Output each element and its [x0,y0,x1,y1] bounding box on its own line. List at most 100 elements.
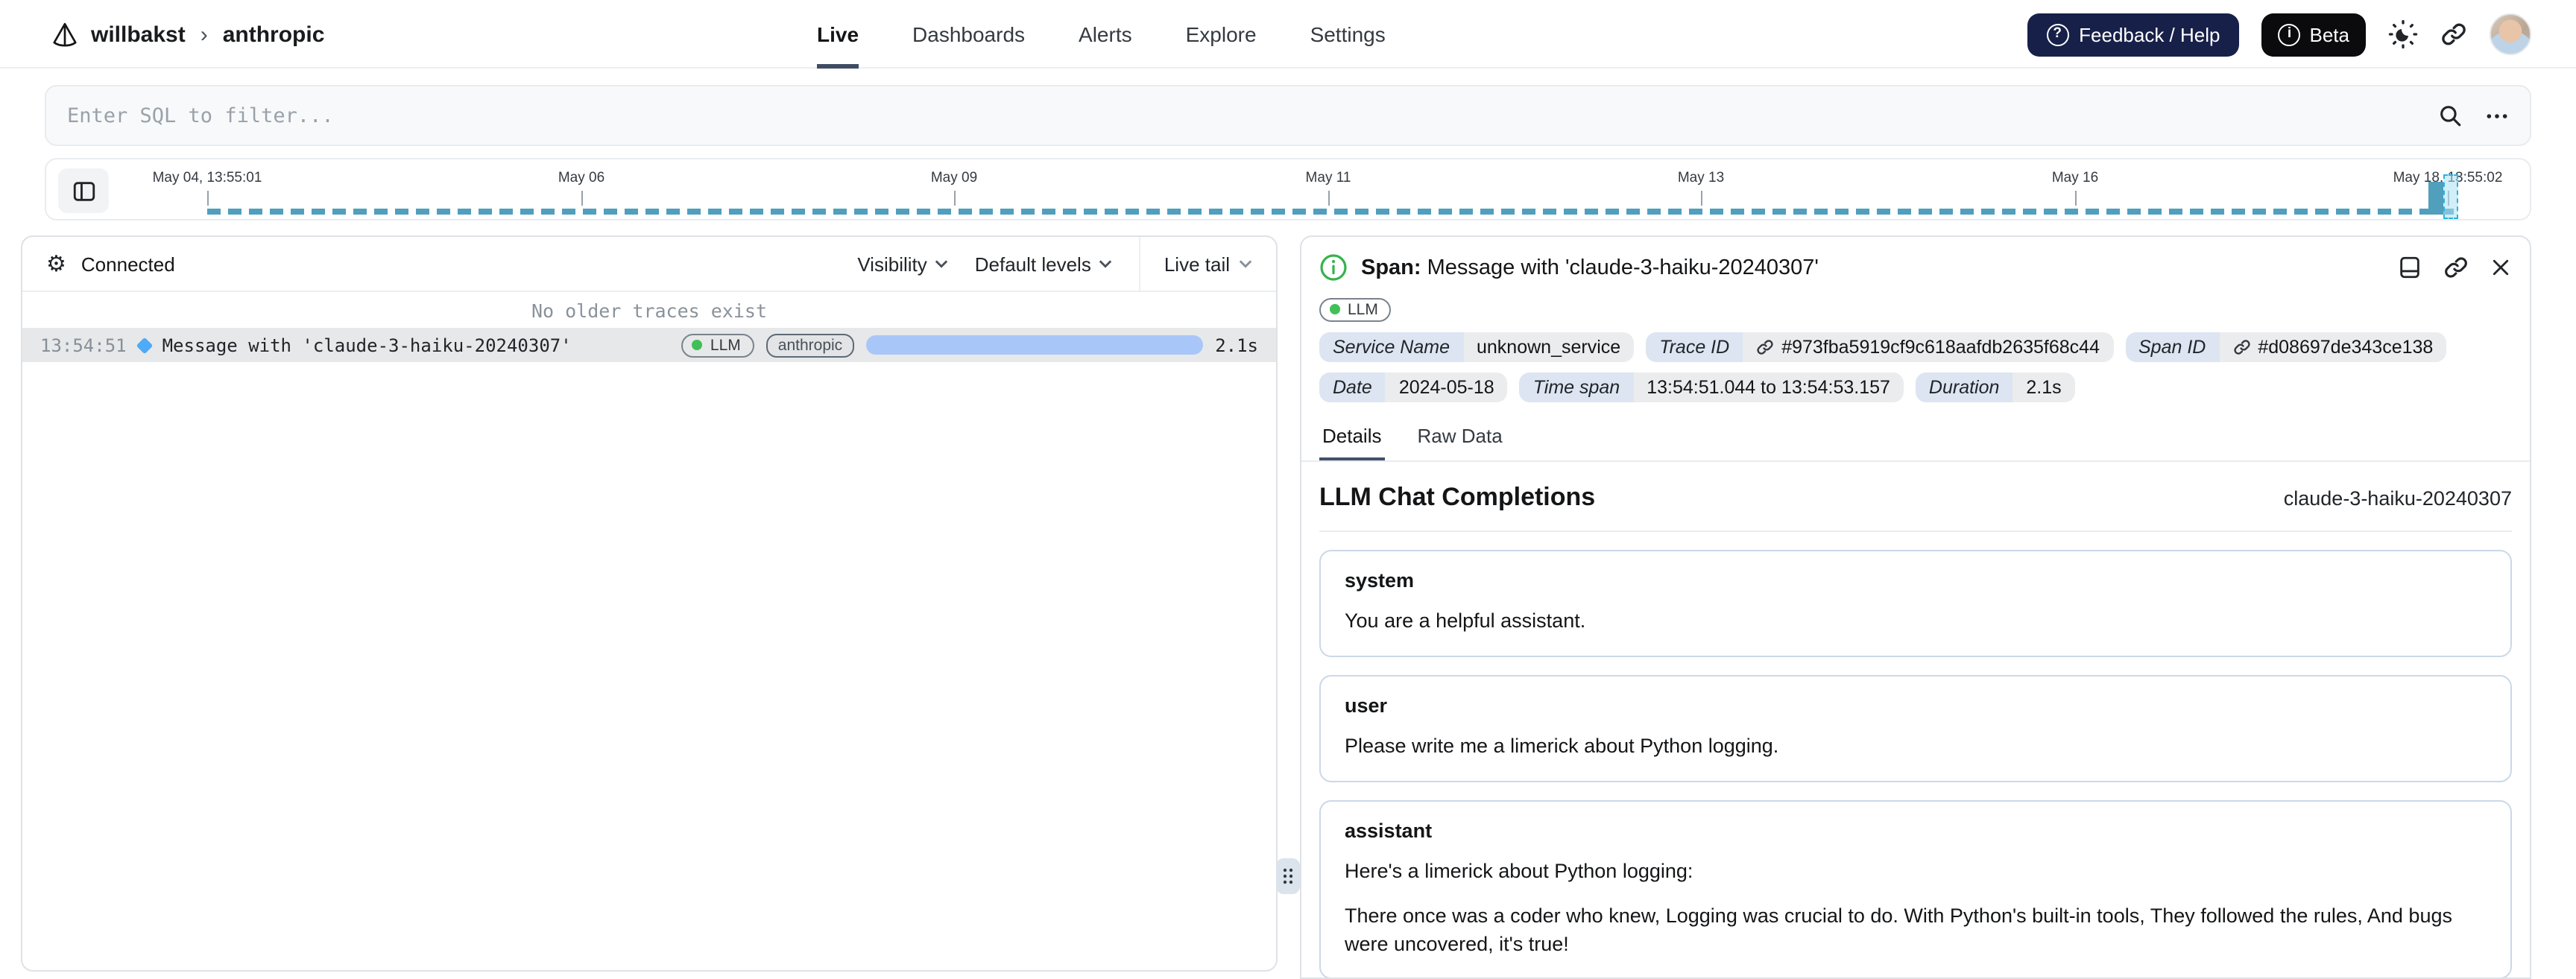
llm-badge-label: LLM [1348,300,1378,318]
date-pill: Date 2024-05-18 [1319,373,1508,402]
trace-duration: 2.1s [1215,335,1258,355]
beta-button[interactable]: i Beta [2261,13,2366,56]
search-icon [2437,103,2463,128]
message-role: assistant [1345,819,1433,842]
model-name: claude-3-haiku-20240307 [2283,487,2512,510]
duration-bar [866,335,1204,355]
sidebar-toggle-button[interactable] [58,168,109,213]
link-icon [2440,21,2467,48]
prop-value: 2024-05-18 [1385,373,1508,402]
theme-toggle-button[interactable] [2388,19,2418,49]
timeline-tick-label: May 06 [558,170,605,186]
green-dot-icon [1330,304,1340,314]
top-nav-bar: willbakst › anthropic Live Dashboards Al… [0,0,2576,69]
tab-settings[interactable]: Settings [1310,0,1386,69]
link-icon [2232,338,2250,356]
ellipsis-icon [2485,104,2509,127]
prop-label: Trace ID [1646,332,1743,362]
gear-icon[interactable] [46,250,66,277]
trace-list-header: Connected Visibility Default levels [22,237,1276,292]
prop-value: 13:54:51.044 to 13:54:53.157 [1633,373,1904,402]
more-options-button[interactable] [2485,104,2509,127]
message-content: Here's a limerick about Python logging: [1345,859,1693,882]
section-divider [1319,530,2512,532]
prop-label: Time span [1519,373,1634,402]
app-window: willbakst › anthropic Live Dashboards Al… [0,0,2576,979]
span-id-pill[interactable]: Span ID #d08697de343ce138 [2125,332,2447,362]
trace-message: Message with 'claude-3-haiku-20240307' [162,335,572,355]
message-role: system [1345,569,1415,592]
prop-label: Service Name [1319,332,1463,362]
tab-raw-data[interactable]: Raw Data [1415,416,1506,460]
message-content: There once was a coder who knew, Logging… [1345,904,2452,955]
timeline-histogram-bar[interactable] [2428,182,2443,215]
info-circle-icon [1319,253,1348,282]
moon-sparkle-icon [2388,19,2418,49]
prop-value: unknown_service [1463,332,1635,362]
copy-link-button[interactable] [2440,21,2467,48]
message-content: You are a helpful assistant. [1345,609,1586,632]
app-logo-icon [51,20,79,48]
timeline-tickmark [2075,191,2077,206]
trace-list-panel: Connected Visibility Default levels [21,235,1278,972]
message-card-user: user Please write me a limerick about Py… [1319,674,2512,782]
timeline-tickmark [581,191,583,206]
chevron-down-icon [1239,259,1252,268]
user-avatar[interactable] [2490,13,2531,55]
visibility-label: Visibility [857,253,927,275]
source-badge: anthropic [765,333,855,357]
trace-row[interactable]: 13:54:51 Message with 'claude-3-haiku-20… [22,328,1276,362]
default-levels-label: Default levels [974,253,1091,275]
trace-id-pill[interactable]: Trace ID #973fba5919cf9c618aafdb2635f68c… [1646,332,2113,362]
timeline-tickmark [1701,191,1702,206]
breadcrumb-team[interactable]: willbakst [91,22,186,47]
message-content: Please write me a limerick about Python … [1345,734,1779,757]
split-panel-icon [2397,255,2422,280]
split-view-button[interactable] [2397,255,2422,280]
default-levels-dropdown[interactable]: Default levels [975,253,1112,275]
timeline-tick-label: May 11 [1305,170,1351,186]
live-tail-label: Live tail [1164,253,1230,275]
visibility-dropdown[interactable]: Visibility [857,253,947,275]
chevron-down-icon [935,259,948,268]
link-icon [2443,255,2469,280]
timeline-tick-label: May 09 [930,170,978,186]
timeline-dashed-series[interactable] [207,209,2455,215]
timeline-tick-label: May 13 [1677,170,1725,186]
message-role: user [1345,694,1388,717]
close-panel-button[interactable] [2490,256,2512,279]
live-tail-dropdown[interactable]: Live tail [1140,237,1276,291]
timeline-tickmark [954,191,956,206]
search-button[interactable] [2437,103,2463,128]
tab-details[interactable]: Details [1319,416,1385,460]
timeline-selection-region[interactable] [2443,174,2458,219]
llm-badge-label: LLM [710,336,741,354]
copy-span-link-button[interactable] [2443,255,2469,280]
green-dot-icon [692,340,703,350]
section-title: LLM Chat Completions [1319,483,1596,511]
llm-type-badge: LLM [681,333,754,357]
breadcrumb-source[interactable]: anthropic [223,22,325,47]
message-card-assistant: assistant Here's a limerick about Python… [1319,799,2512,978]
sql-filter-input[interactable] [67,104,2437,127]
tab-dashboards[interactable]: Dashboards [912,0,1025,69]
feedback-help-label: Feedback / Help [2079,23,2220,45]
timeline-tickmark [207,191,209,206]
tab-explore[interactable]: Explore [1186,0,1257,69]
link-icon [1756,338,1774,356]
tab-alerts[interactable]: Alerts [1079,0,1132,69]
prop-value: #973fba5919cf9c618aafdb2635f68c44 [1781,337,2100,358]
feedback-help-button[interactable]: ? Feedback / Help [2027,13,2240,56]
time-span-pill: Time span 13:54:51.044 to 13:54:53.157 [1519,373,1904,402]
tab-live[interactable]: Live [817,0,859,69]
timeline-tickmark [1328,191,1330,206]
breadcrumb[interactable]: willbakst › anthropic [51,0,324,69]
header-actions: ? Feedback / Help i Beta [2027,0,2531,69]
span-diamond-icon [136,336,153,354]
service-name-pill: Service Name unknown_service [1319,332,1635,362]
panel-resize-handle[interactable] [1276,858,1300,894]
detail-tabs: Details Raw Data [1301,416,2530,462]
beta-label: Beta [2309,23,2350,45]
message-card-system: system You are a helpful assistant. [1319,550,2512,657]
timeline-tick-label: May 04, 13:55:01 [152,170,262,186]
